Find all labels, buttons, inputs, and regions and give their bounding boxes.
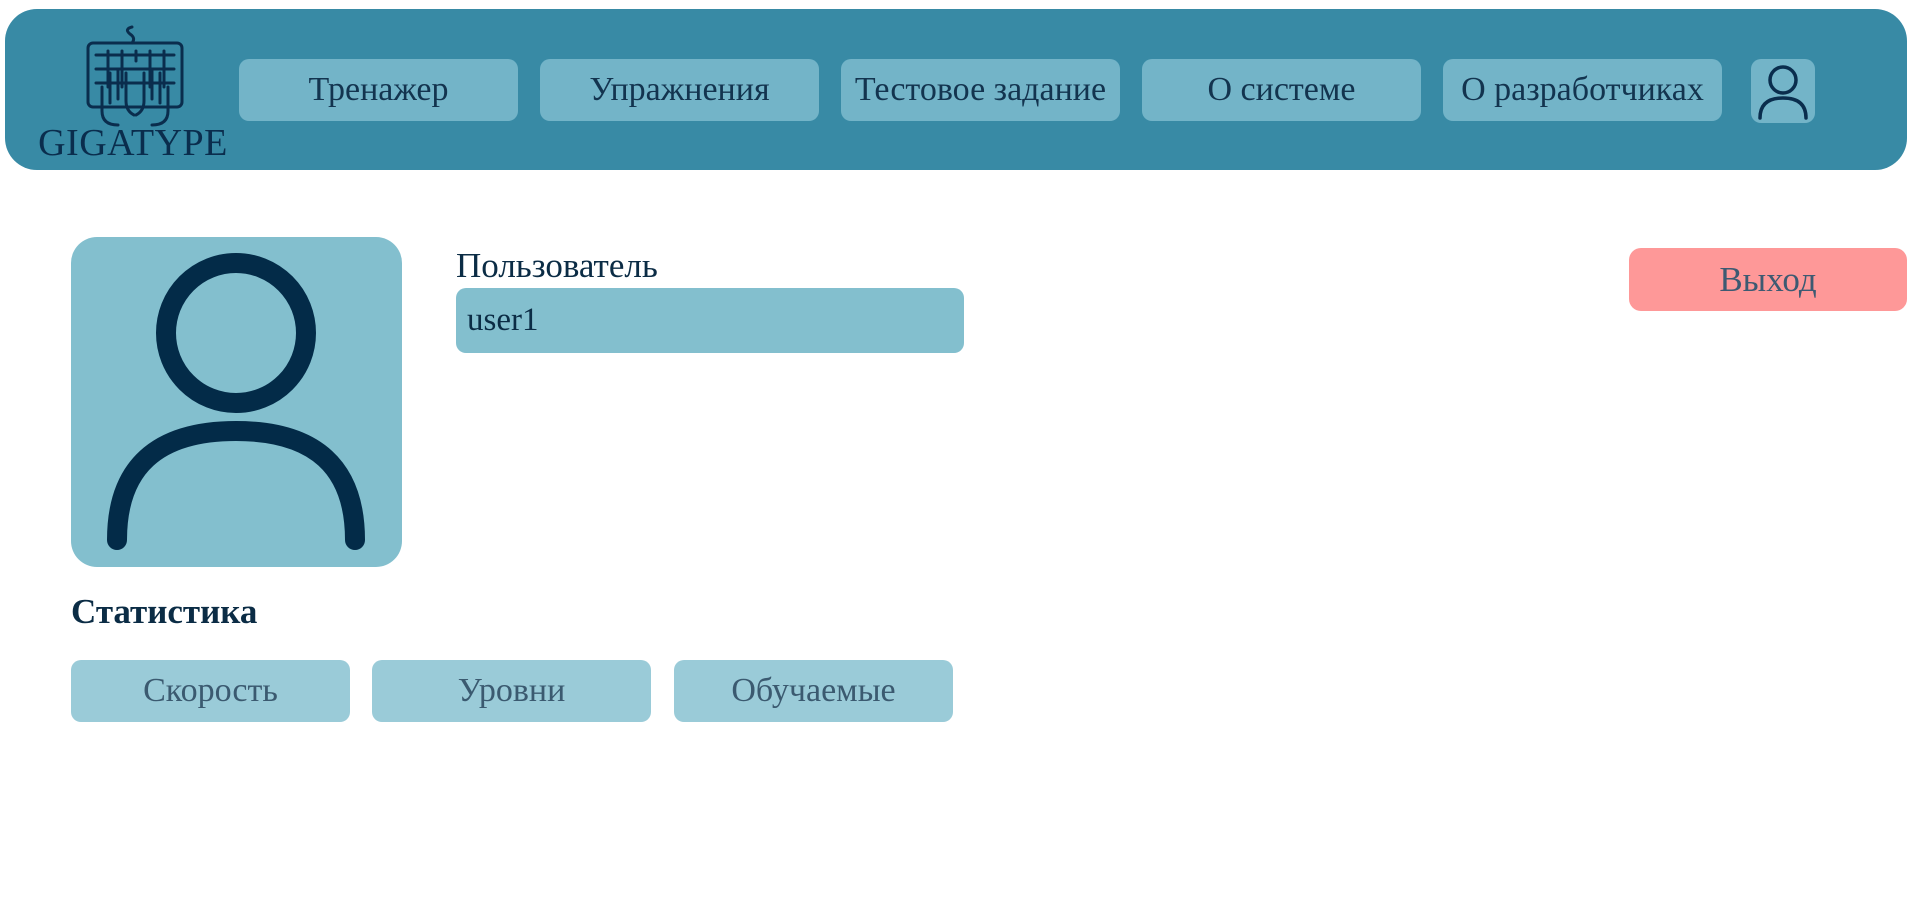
stat-tab-learners[interactable]: Обучаемые [674, 660, 953, 722]
nav-test-task[interactable]: Тестовое задание [841, 59, 1120, 121]
logo-text: GIGATYPE [38, 122, 228, 164]
profile-page: GIGATYPE Тренажер Упражнения Тестовое за… [0, 0, 1908, 920]
stat-tab-speed[interactable]: Скорость [71, 660, 350, 722]
username-label: Пользователь [456, 246, 658, 285]
nav-exercises[interactable]: Упражнения [540, 59, 819, 121]
profile-avatar[interactable] [71, 237, 402, 567]
stat-tab-levels[interactable]: Уровни [372, 660, 651, 722]
keyboard-hands-icon [86, 25, 184, 127]
nav-about-system[interactable]: О системе [1142, 59, 1421, 121]
top-navbar: GIGATYPE Тренажер Упражнения Тестовое за… [5, 9, 1907, 170]
statistics-title: Статистика [71, 592, 258, 631]
logout-button[interactable]: Выход [1629, 248, 1907, 311]
nav-profile-button[interactable] [1751, 59, 1815, 123]
user-icon [107, 253, 365, 550]
logo[interactable]: GIGATYPE [33, 17, 233, 167]
user-icon [1758, 65, 1808, 120]
nav-trainer[interactable]: Тренажер [239, 59, 518, 121]
username-field[interactable]: user1 [456, 288, 964, 353]
nav-about-developers[interactable]: О разработчиках [1443, 59, 1722, 121]
